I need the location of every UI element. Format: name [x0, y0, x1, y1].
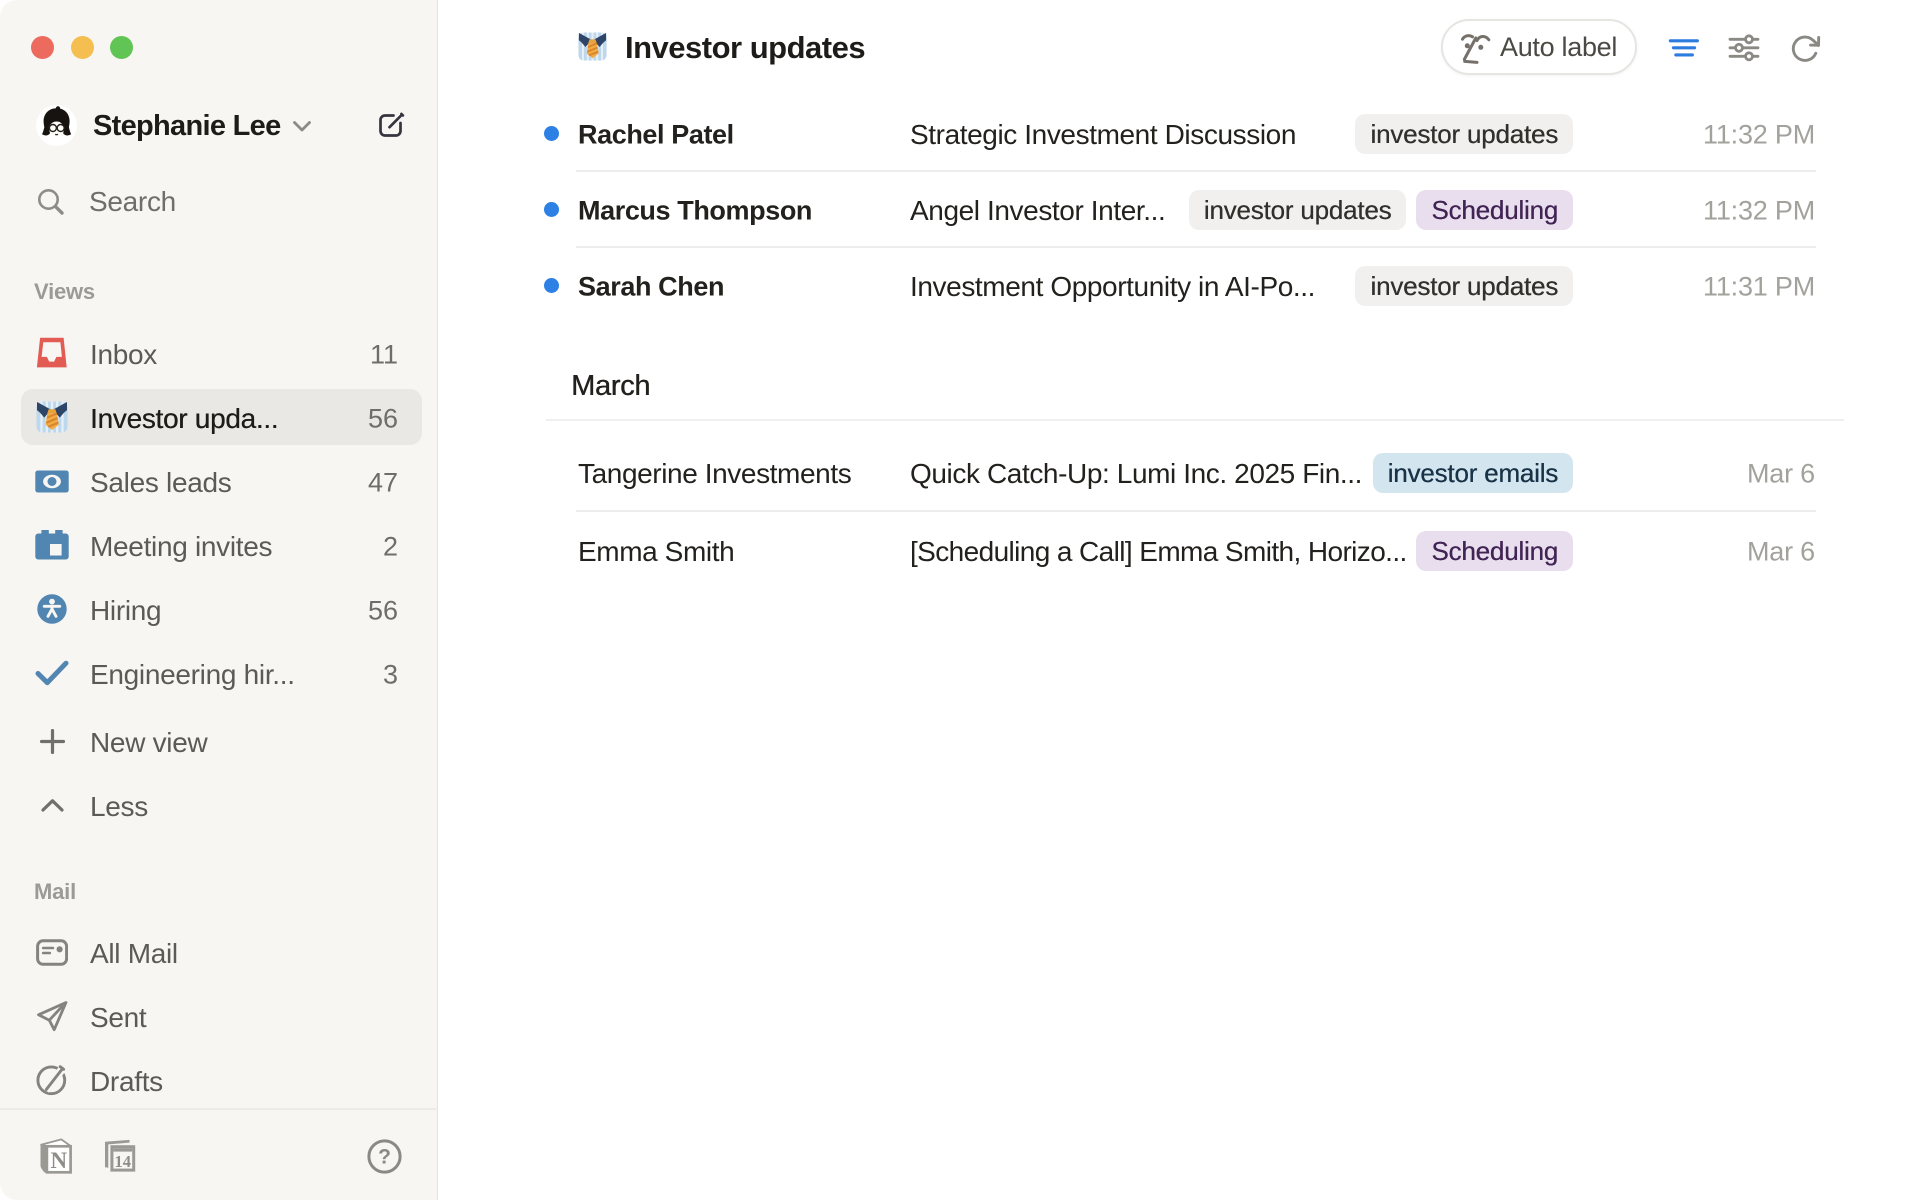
svg-text:?: ? — [378, 1146, 391, 1169]
svg-text:14: 14 — [115, 1152, 132, 1171]
svg-text:N: N — [50, 1148, 67, 1173]
